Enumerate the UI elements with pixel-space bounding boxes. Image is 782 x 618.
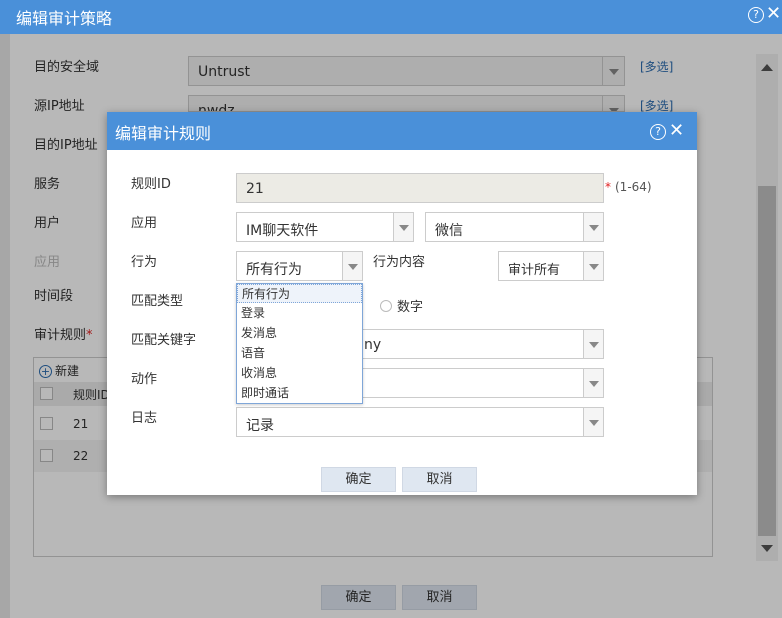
match-keyword-label: 匹配关键字 — [131, 333, 197, 348]
edit-audit-rule-dialog: 编辑审计规则 ? ✕ 规则ID 21 * (1-64) 应用 IM聊天软件 微信 … — [107, 112, 697, 495]
behavior-option[interactable]: 收消息 — [237, 364, 362, 383]
log-value: 记录 — [246, 418, 274, 434]
rule-id-range: (1-64) — [615, 180, 652, 194]
log-label: 日志 — [131, 411, 158, 426]
app-label: 应用 — [131, 216, 158, 231]
required-mark: * — [605, 180, 611, 194]
behavior-option[interactable]: 登录 — [237, 304, 362, 323]
behavior-option[interactable]: 即时通话 — [237, 384, 362, 403]
rule-id-label: 规则ID — [131, 177, 171, 192]
close-icon[interactable]: ✕ — [669, 120, 684, 141]
app-name-value: 微信 — [435, 223, 463, 239]
behavior-content-value: 审计所有 — [508, 263, 561, 278]
outer-dialog-title: 编辑审计策略 — [16, 9, 113, 28]
behavior-option[interactable]: 发消息 — [237, 324, 362, 343]
chevron-down-icon[interactable] — [583, 408, 603, 436]
match-type-label: 匹配类型 — [131, 294, 184, 309]
close-icon[interactable]: ✕ — [766, 3, 781, 24]
match-type-number-label: 数字 — [397, 300, 424, 315]
dialog-cancel-button[interactable]: 取消 — [402, 467, 477, 492]
behavior-select[interactable]: 所有行为 — [236, 251, 363, 281]
behavior-option[interactable]: 语音 — [237, 344, 362, 363]
behavior-content-label: 行为内容 — [373, 255, 426, 270]
chevron-down-icon[interactable] — [583, 330, 603, 358]
app-category-select[interactable]: IM聊天软件 — [236, 212, 414, 242]
chevron-down-icon[interactable] — [583, 252, 603, 280]
radio-circle-icon[interactable] — [380, 300, 392, 312]
help-icon[interactable]: ? — [748, 7, 764, 23]
dialog-ok-button[interactable]: 确定 — [321, 467, 396, 492]
app-name-select[interactable]: 微信 — [425, 212, 604, 242]
help-icon[interactable]: ? — [650, 124, 666, 140]
match-keyword-value: ny — [364, 337, 382, 353]
chevron-down-icon[interactable] — [393, 213, 413, 241]
rule-id-hint: * (1-64) — [605, 180, 652, 194]
dialog-title: 编辑审计规则 — [115, 124, 212, 143]
chevron-down-icon[interactable] — [583, 369, 603, 397]
log-select[interactable]: 记录 — [236, 407, 604, 437]
chevron-down-icon[interactable] — [583, 213, 603, 241]
chevron-down-icon[interactable] — [342, 252, 362, 280]
match-type-number-radio[interactable]: 数字 — [380, 296, 423, 315]
action-label: 动作 — [131, 372, 158, 387]
behavior-option[interactable]: 所有行为 — [237, 284, 362, 303]
rule-id-value: 21 — [246, 181, 264, 197]
rule-id-field: 21 — [236, 173, 604, 203]
dialog-header: 编辑审计规则 ? ✕ — [107, 112, 697, 150]
behavior-dropdown-list: 所有行为 登录 发消息 语音 收消息 即时通话 — [236, 283, 363, 404]
app-category-value: IM聊天软件 — [246, 223, 319, 239]
behavior-value: 所有行为 — [246, 262, 302, 278]
behavior-label: 行为 — [131, 255, 158, 270]
behavior-content-select[interactable]: 审计所有 — [498, 251, 604, 281]
outer-dialog-header: 编辑审计策略 ? ✕ — [0, 0, 782, 34]
